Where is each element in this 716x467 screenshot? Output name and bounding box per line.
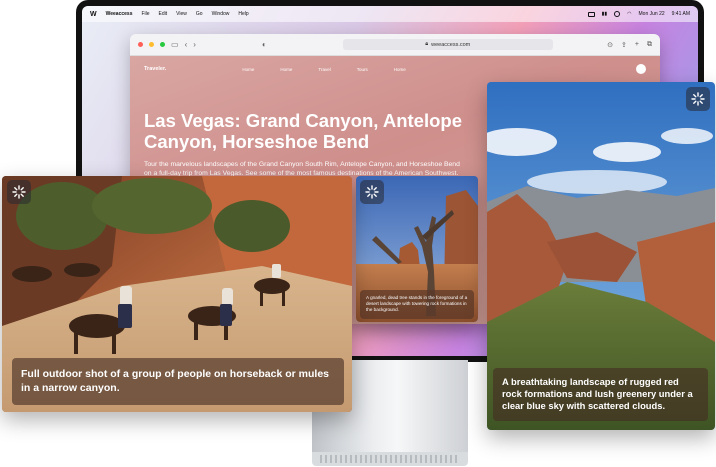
address-bar-url: weeaccess.com bbox=[431, 41, 471, 48]
toolbar-actions: ⊙ ⇪ + ⧉ bbox=[607, 41, 652, 49]
stage: W Weeaccess File Edit View Go Window Hel… bbox=[0, 0, 716, 467]
site-nav-link[interactable]: Home bbox=[280, 67, 292, 72]
page-title: Las Vegas: Grand Canyon, Antelope Canyon… bbox=[144, 110, 462, 153]
search-icon[interactable] bbox=[614, 11, 621, 17]
site-nav: Traveler. Home Home Travel Tours Home bbox=[144, 64, 646, 74]
monitor-stand-base bbox=[312, 452, 468, 466]
forward-icon[interactable]: › bbox=[193, 40, 196, 49]
menu-view[interactable]: View bbox=[176, 11, 187, 17]
sparkle-icon[interactable] bbox=[7, 180, 31, 204]
sparkle-icon[interactable] bbox=[686, 87, 710, 111]
maximize-window-button[interactable] bbox=[160, 42, 165, 47]
site-nav-link[interactable]: Tours bbox=[357, 67, 368, 72]
menu-time[interactable]: 9:41 AM bbox=[672, 11, 690, 17]
site-nav-link[interactable]: Travel bbox=[318, 67, 330, 72]
menu-help[interactable]: Help bbox=[238, 11, 248, 17]
site-nav-link[interactable]: Home bbox=[242, 67, 254, 72]
avatar[interactable] bbox=[636, 64, 646, 74]
menu-date[interactable]: Mon Jun 22 bbox=[639, 11, 665, 17]
canyon-caption: A breathtaking landscape of rugged red r… bbox=[493, 368, 708, 421]
download-icon[interactable]: ⊙ bbox=[607, 41, 613, 49]
menu-app-name[interactable]: Weeaccess bbox=[106, 11, 133, 17]
wifi-icon[interactable]: ◠ bbox=[627, 11, 631, 17]
canyon-landscape-image-card[interactable]: A breathtaking landscape of rugged red r… bbox=[487, 82, 715, 430]
site-nav-links: Home Home Travel Tours Home bbox=[242, 67, 405, 72]
apple-logo-icon[interactable]: W bbox=[90, 11, 97, 18]
close-window-button[interactable] bbox=[138, 42, 143, 47]
new-tab-icon[interactable]: + bbox=[635, 41, 639, 49]
horseback-image-card[interactable]: Full outdoor shot of a group of people o… bbox=[2, 176, 352, 412]
privacy-shield-icon[interactable]: ◐ bbox=[262, 40, 267, 49]
control-icon[interactable]: ▮▮ bbox=[602, 11, 608, 17]
site-logo[interactable]: Traveler. bbox=[144, 66, 166, 72]
desert-tree-image-card[interactable]: A gnarled, dead tree stands in the foreg… bbox=[356, 176, 478, 322]
menu-go[interactable]: Go bbox=[196, 11, 203, 17]
minimize-window-button[interactable] bbox=[149, 42, 154, 47]
menu-bar: W Weeaccess File Edit View Go Window Hel… bbox=[82, 6, 698, 22]
battery-icon[interactable] bbox=[587, 11, 595, 17]
desert-tree-caption: A gnarled, dead tree stands in the foreg… bbox=[360, 290, 474, 319]
share-icon[interactable]: ⇪ bbox=[621, 41, 627, 49]
browser-toolbar: ▭ ‹ › ◐ 🔒︎ weeaccess.com ⊙ ⇪ + ⧉ bbox=[130, 34, 660, 56]
lock-icon: 🔒︎ bbox=[425, 41, 429, 47]
menu-file[interactable]: File bbox=[141, 11, 149, 17]
menu-window[interactable]: Window bbox=[212, 11, 230, 17]
menu-edit[interactable]: Edit bbox=[159, 11, 168, 17]
site-nav-link[interactable]: Home bbox=[394, 67, 406, 72]
horseback-caption: Full outdoor shot of a group of people o… bbox=[12, 358, 344, 406]
sparkle-icon[interactable] bbox=[360, 180, 384, 204]
back-icon[interactable]: ‹ bbox=[185, 40, 188, 49]
address-bar[interactable]: 🔒︎ weeaccess.com bbox=[342, 39, 553, 50]
sidebar-toggle-icon[interactable]: ▭ bbox=[171, 40, 179, 49]
tabs-overview-icon[interactable]: ⧉ bbox=[647, 41, 652, 49]
menu-status-area: ▮▮ ◠ Mon Jun 22 9:41 AM bbox=[587, 11, 690, 17]
